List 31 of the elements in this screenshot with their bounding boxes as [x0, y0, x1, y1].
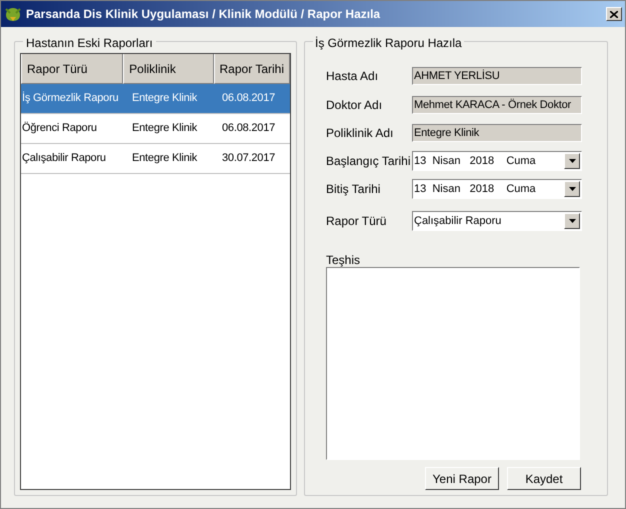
field-label: Doktor Adı — [326, 97, 384, 114]
table-cell-text: Öğrenci Raporu — [21, 120, 98, 136]
field-label: Poliklinik Adı — [326, 125, 394, 142]
table-cell-text: 06.08.2017 — [221, 121, 276, 136]
table-cell-text: Entegre Klinik — [131, 151, 198, 166]
field-label: Hasta Adı — [326, 68, 380, 85]
close-icon[interactable] — [610, 10, 618, 18]
table-cell-text: 30.07.2017 — [221, 151, 276, 166]
table-cell-text: 06.08.2017 — [221, 91, 276, 106]
window-title: Parsanda Dis Klinik Uygulaması / Klinik Modülü / Rapor Hazıla — [26, 6, 380, 23]
table-row[interactable]: İş Görmezlik Raporu Entegre Klinik 06.08.2017 — [21, 84, 290, 114]
table-cell-text: Entegre Klinik — [131, 121, 198, 136]
form-button[interactable]: Kaydet — [507, 467, 581, 490]
app-logo-icon — [4, 5, 22, 23]
dropdown-field[interactable]: Çalışabilir Raporu — [412, 211, 582, 231]
field-label: Bitiş Tarihi — [326, 181, 382, 198]
table-cell-text: Çalışabilir Raporu — [21, 151, 107, 166]
field-label: Rapor Türü — [326, 213, 388, 230]
dropdown-field[interactable]: 13 Nisan 2018 Cuma — [412, 179, 582, 199]
text-field[interactable]: Entegre Klinik — [412, 124, 582, 142]
table-cell-text: Entegre Klinik — [131, 91, 198, 106]
text-field[interactable]: Mehmet KARACA - Örnek Doktor — [412, 96, 582, 114]
field-label: Başlangıç Tarihi — [326, 153, 412, 170]
close-button[interactable] — [606, 7, 622, 21]
field-label: Teşhis — [326, 253, 362, 267]
form-button[interactable]: Yeni Rapor — [425, 467, 499, 490]
group-title: İş Görmezlik Raporu Hazıla — [313, 34, 464, 52]
dropdown-field[interactable]: 13 Nisan 2018 Cuma — [412, 151, 582, 171]
diagnosis-field[interactable] — [326, 267, 580, 460]
text-field[interactable]: AHMET YERLİSU — [412, 67, 582, 85]
table-cell-text: İş Görmezlik Raporu — [21, 90, 120, 106]
